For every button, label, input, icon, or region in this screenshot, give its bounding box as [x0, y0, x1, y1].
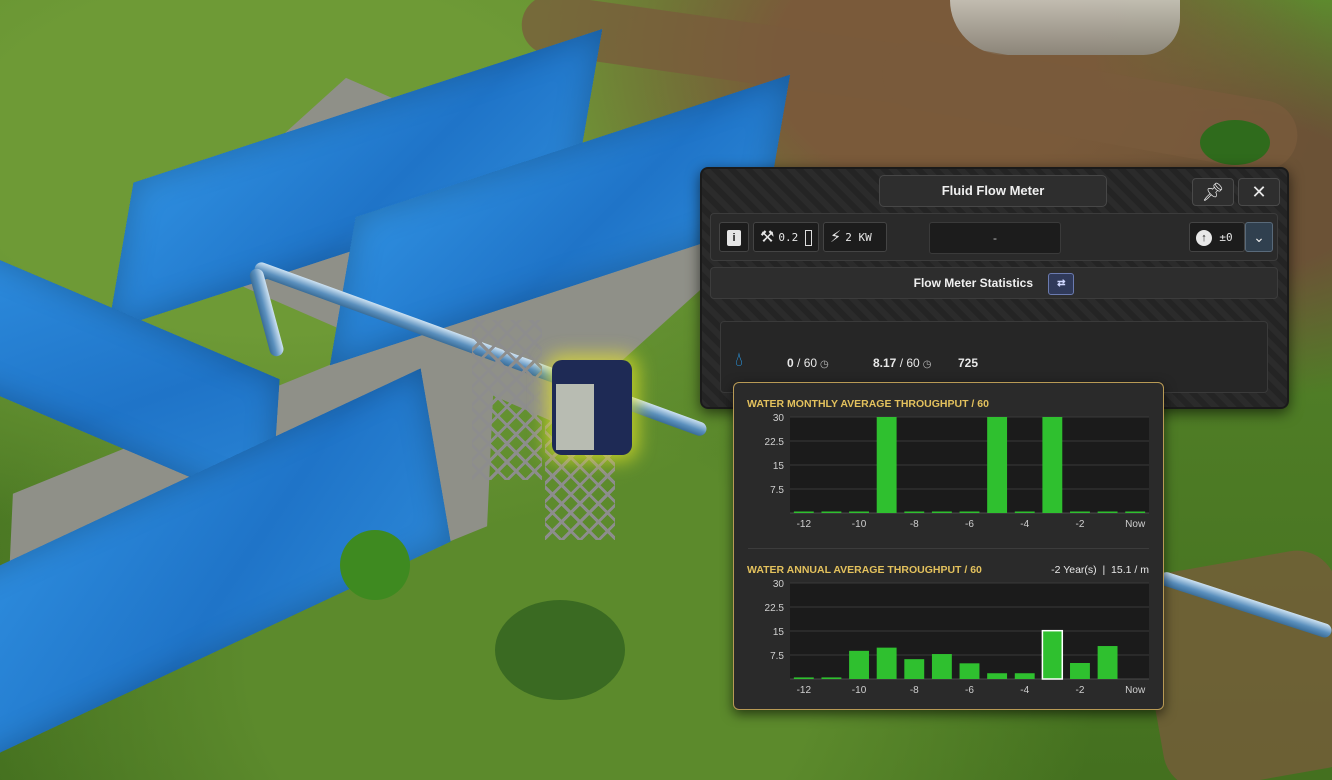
- bar--11[interactable]: [821, 511, 842, 514]
- x-tick-label: -10: [852, 685, 867, 696]
- priority-dropdown-button[interactable]: ⌄: [1245, 222, 1273, 252]
- average-throughput: 8.17 / 60 ◷: [873, 356, 931, 370]
- priority-button[interactable]: ↑ ±0: [1189, 222, 1245, 252]
- x-tick-label: Now: [1125, 685, 1146, 696]
- y-tick-label: 7.5: [770, 651, 784, 662]
- bar--12[interactable]: [793, 677, 814, 679]
- bar--10[interactable]: [849, 650, 869, 679]
- maintenance-value: 0.2: [778, 230, 799, 244]
- bar--7[interactable]: [931, 654, 952, 679]
- chevron-down-icon: ⌄: [1253, 229, 1265, 245]
- bush: [340, 530, 410, 600]
- x-tick-label: -4: [1020, 685, 1029, 696]
- x-tick-label: -8: [910, 519, 919, 530]
- bush: [1200, 120, 1270, 165]
- info-button[interactable]: i: [719, 222, 749, 252]
- monthly-throughput-chart: 30 22.5 15 7.5 -12 -10 -8 -6 -4 -2 Now: [765, 413, 1149, 530]
- bar--6[interactable]: [959, 511, 980, 514]
- bar--1[interactable]: [1097, 646, 1118, 679]
- bar--12[interactable]: [793, 511, 814, 514]
- x-tick-label: -12: [797, 519, 812, 530]
- lightning-icon: ⚡︎: [830, 228, 842, 246]
- clock-icon: ◷: [922, 359, 932, 370]
- x-tick-label: -6: [965, 519, 974, 530]
- window-title: Fluid Flow Meter: [879, 175, 1107, 207]
- bar--6[interactable]: [959, 663, 980, 679]
- priority-value: ±0: [1219, 230, 1233, 244]
- close-button[interactable]: ✕: [1238, 178, 1280, 206]
- flow-meter-panel: [556, 384, 594, 450]
- monthly-chart-title: WATER MONTHLY AVERAGE THROUGHPUT / 60: [747, 398, 989, 410]
- annual-throughput-chart: 30 22.5 15 7.5 -12 -10 -8 -6 -4 -2 Now: [765, 579, 1149, 696]
- x-tick-label: -10: [852, 519, 867, 530]
- close-icon: ✕: [1251, 182, 1267, 202]
- y-tick-label: 7.5: [770, 485, 784, 496]
- x-tick-label: -2: [1076, 519, 1085, 530]
- total-value: 725: [958, 356, 979, 370]
- x-tick-label: -6: [965, 685, 974, 696]
- annual-hover-info: -2 Year(s) | 15.1 / m: [1051, 564, 1149, 576]
- clock-icon: ◷: [820, 359, 829, 370]
- support-tower: [472, 320, 542, 480]
- annual-chart-title: WATER ANNUAL AVERAGE THROUGHPUT / 60: [747, 564, 982, 576]
- water-drops-icon: 💧︎: [735, 349, 743, 371]
- statistics-toggle-button[interactable]: ⇄: [1048, 272, 1075, 295]
- bar--10[interactable]: [849, 511, 869, 514]
- bar--2[interactable]: [1070, 511, 1090, 514]
- average-max: / 60: [899, 356, 920, 370]
- bar--5[interactable]: [987, 673, 1008, 679]
- bar-Now[interactable]: [1125, 511, 1146, 514]
- bar--5[interactable]: [987, 417, 1008, 513]
- battery-icon: [804, 229, 812, 246]
- x-tick-label: -12: [797, 685, 812, 696]
- flow-meter-statistics-header: Flow Meter Statistics ⇄: [710, 267, 1278, 299]
- maintenance-button[interactable]: ⚒ 0.2: [753, 222, 819, 252]
- current-max: / 60: [797, 356, 818, 370]
- x-tick-label: -8: [910, 685, 919, 696]
- bar--7[interactable]: [931, 511, 952, 514]
- current-value: 0: [787, 356, 794, 370]
- current-throughput: 0 / 60 ◷: [787, 356, 829, 370]
- fluid-flow-meter-window: Fluid Flow Meter 📌︎ ✕ i ⚒ 0.2 ⚡︎ 2 KW - ↑ …: [700, 167, 1289, 409]
- wrench-icon: ⚒: [760, 228, 775, 246]
- upgrade-arrow-icon: ↑: [1196, 229, 1212, 246]
- y-tick-label: 15: [773, 627, 785, 638]
- average-value: 8.17: [873, 356, 897, 370]
- bar--8[interactable]: [904, 511, 925, 514]
- bar--2[interactable]: [1070, 663, 1090, 679]
- y-tick-label: 15: [773, 461, 785, 472]
- section-title: Flow Meter Statistics: [913, 276, 1034, 290]
- bar--8[interactable]: [904, 659, 925, 679]
- x-tick-label: Now: [1125, 519, 1146, 530]
- throughput-tooltip: WATER MONTHLY AVERAGE THROUGHPUT / 60 30…: [733, 382, 1164, 710]
- info-icon: i: [727, 229, 741, 246]
- swap-icon: ⇄: [1057, 277, 1066, 289]
- power-value: 2 KW: [845, 230, 872, 244]
- bar--3[interactable]: [1041, 629, 1064, 680]
- x-tick-label: -4: [1020, 519, 1029, 530]
- name-field[interactable]: -: [929, 222, 1061, 254]
- toolbar: i ⚒ 0.2 ⚡︎ 2 KW - ↑ ±0 ⌄: [710, 213, 1278, 261]
- x-tick-label: -2: [1076, 685, 1085, 696]
- bar--9[interactable]: [876, 417, 897, 513]
- pin-icon: 📌︎: [1201, 182, 1225, 202]
- bar--4[interactable]: [1014, 673, 1035, 679]
- bar--3[interactable]: [1042, 417, 1063, 513]
- y-tick-label: 30: [773, 579, 785, 590]
- total-throughput: 725: [958, 356, 978, 370]
- chart-divider: [748, 548, 1149, 549]
- rock-outcrop: [950, 0, 1180, 55]
- bar--9[interactable]: [876, 647, 897, 679]
- bar--1[interactable]: [1097, 511, 1118, 514]
- pin-button[interactable]: 📌︎: [1192, 178, 1234, 206]
- bar--11[interactable]: [821, 677, 842, 679]
- power-button[interactable]: ⚡︎ 2 KW: [823, 222, 887, 252]
- bar--4[interactable]: [1014, 511, 1035, 514]
- y-tick-label: 30: [773, 413, 785, 424]
- y-tick-label: 22.5: [765, 437, 785, 448]
- flower-bush: [495, 600, 625, 700]
- y-tick-label: 22.5: [765, 603, 785, 614]
